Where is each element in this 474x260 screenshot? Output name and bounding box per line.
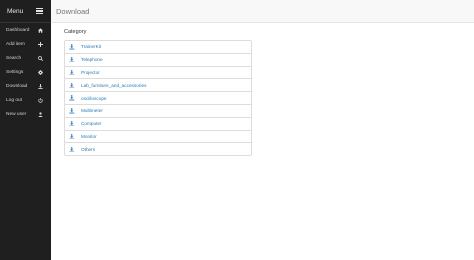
item-link[interactable]: Multimeter	[81, 108, 103, 113]
download-icon	[69, 108, 75, 114]
list-item[interactable]: Multimeter	[64, 103, 252, 118]
download-icon	[37, 83, 43, 89]
download-list: TrainerKit Telephone Projector Lab_furni…	[64, 40, 252, 157]
item-link[interactable]: oscilloscope	[81, 96, 107, 101]
item-link[interactable]: Others	[81, 147, 95, 152]
list-item[interactable]: TrainerKit	[64, 40, 252, 54]
sidebar-item-download[interactable]: Download	[0, 79, 51, 93]
page-title: Download	[56, 6, 90, 16]
item-link[interactable]: TrainerKit	[81, 44, 101, 49]
item-link[interactable]: Projector	[81, 70, 100, 75]
item-link[interactable]: Lab_furniture_and_accessories	[81, 83, 146, 88]
download-icon	[69, 69, 75, 76]
download-icon	[69, 82, 75, 89]
sidebar-item-label: Settings	[6, 69, 24, 75]
sidebar-item-label: Dashboard	[6, 27, 30, 33]
sidebar: Menu Dashboard Add item Search Settings …	[0, 0, 51, 260]
item-link[interactable]: Computer	[81, 121, 102, 126]
sidebar-item-label: Add item	[6, 41, 25, 47]
sidebar-item-new-user[interactable]: New user	[0, 107, 51, 121]
sidebar-item-dashboard[interactable]: Dashboard	[0, 23, 51, 37]
sidebar-item-label: Log out	[6, 97, 23, 103]
power-icon	[37, 97, 43, 103]
home-icon	[37, 27, 43, 33]
sidebar-item-label: New user	[6, 111, 27, 117]
user-icon	[37, 111, 43, 117]
list-item[interactable]: Monitor	[64, 129, 252, 144]
sidebar-item-add-item[interactable]: Add item	[0, 37, 51, 51]
list-item[interactable]: Lab_furniture_and_accessories	[64, 78, 252, 93]
sidebar-item-label: Download	[6, 83, 28, 89]
list-item[interactable]: Projector	[64, 65, 252, 80]
sidebar-header: Menu	[0, 0, 51, 23]
list-item[interactable]: Others	[64, 142, 252, 157]
download-icon	[69, 146, 75, 153]
download-icon	[69, 44, 75, 50]
download-icon	[69, 56, 75, 63]
download-icon	[69, 95, 75, 101]
download-icon	[69, 133, 75, 140]
list-item[interactable]: Telephone	[64, 52, 252, 67]
item-link[interactable]: Monitor	[81, 134, 97, 139]
plus-icon	[37, 41, 43, 47]
category-heading: Category	[64, 29, 87, 35]
sidebar-item-label: Search	[6, 55, 22, 61]
sidebar-item-log-out[interactable]: Log out	[0, 93, 51, 107]
search-icon	[37, 55, 43, 61]
sidebar-item-settings[interactable]: Settings	[0, 65, 51, 79]
hamburger-icon[interactable]	[36, 7, 43, 15]
download-icon	[69, 120, 75, 127]
item-link[interactable]: Telephone	[81, 57, 103, 62]
list-item[interactable]: oscilloscope	[64, 91, 252, 105]
gear-icon	[37, 69, 43, 75]
list-item[interactable]: Computer	[64, 116, 252, 131]
top-bar: Download	[51, 0, 474, 23]
sidebar-item-search[interactable]: Search	[0, 51, 51, 65]
sidebar-title: Menu	[7, 7, 24, 15]
